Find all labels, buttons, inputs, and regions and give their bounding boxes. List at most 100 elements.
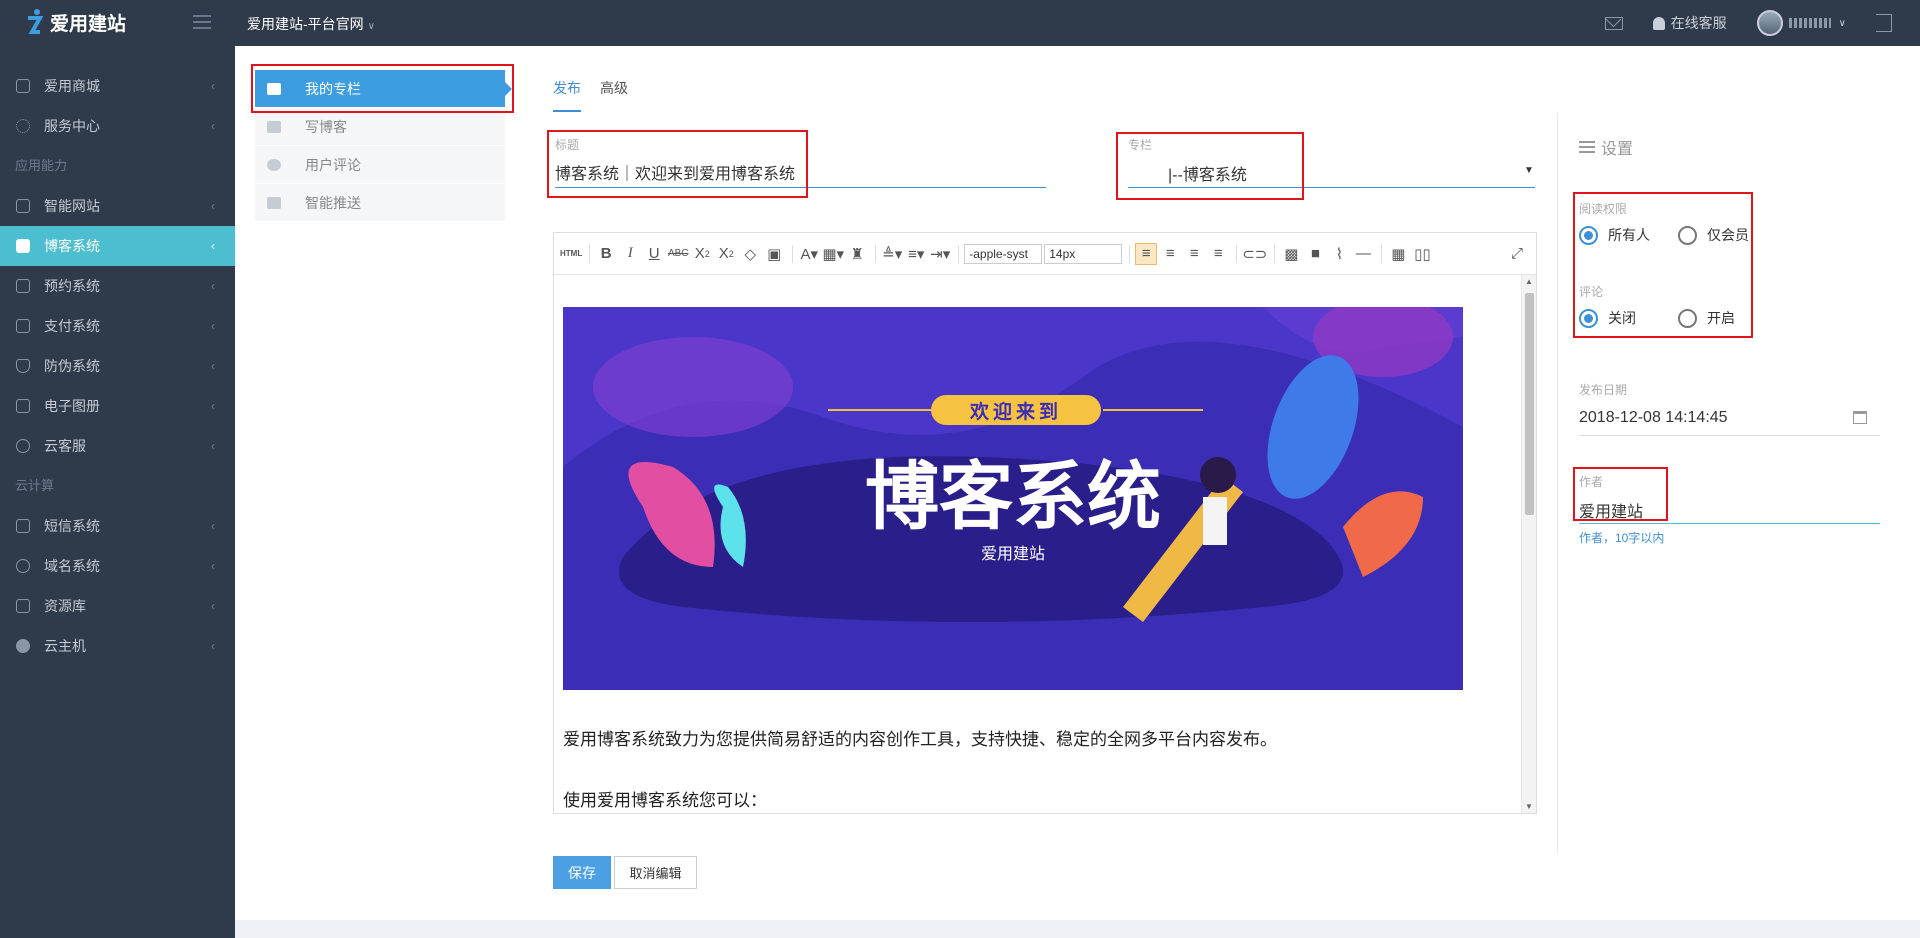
chevron-left-icon: ‹ xyxy=(211,119,215,133)
subnav-item-label: 我的专栏 xyxy=(305,80,361,97)
cart-icon xyxy=(16,79,30,93)
chevron-left-icon: ‹ xyxy=(211,319,215,333)
subnav-item-label: 用户评论 xyxy=(305,156,361,173)
online-service-link[interactable]: 在线客服 xyxy=(1671,13,1727,33)
sidebar-item-smart-site[interactable]: 智能网站 ‹ xyxy=(0,186,235,226)
publish-date-input[interactable]: 2018-12-08 14:14:45 xyxy=(1579,409,1880,436)
scroll-up-arrow[interactable]: ▲ xyxy=(1525,277,1533,286)
menu-toggle-icon[interactable] xyxy=(193,15,211,29)
sidebar-item-resources[interactable]: 资源库 ‹ xyxy=(0,586,235,626)
tab-advanced[interactable]: 高级 xyxy=(600,78,628,112)
editor-tabs: 发布 高级 xyxy=(553,78,647,112)
chevron-left-icon: ‹ xyxy=(211,79,215,93)
banner-badge-text: 欢迎来到 xyxy=(969,401,1062,423)
sidebar-item-cloud-service[interactable]: 云客服 ‹ xyxy=(0,426,235,466)
sidebar-item-anticounterfeit[interactable]: 防伪系统 ‹ xyxy=(0,346,235,386)
font-size-select[interactable]: 14px xyxy=(1044,243,1123,264)
editor-scrollbar[interactable]: ▲ ▼ xyxy=(1521,275,1536,813)
shield-icon xyxy=(16,359,30,373)
horizontal-rule-icon[interactable]: — xyxy=(1352,243,1374,265)
comment-icon xyxy=(267,158,281,171)
logout-icon[interactable] xyxy=(1876,14,1892,32)
underline-button[interactable]: U xyxy=(643,243,665,265)
sidebar-item-blog[interactable]: 博客系统 ‹ xyxy=(0,226,235,266)
subnav-item-smart-push[interactable]: 智能推送 xyxy=(255,184,505,222)
font-color-button[interactable]: A▾ xyxy=(798,243,820,265)
editor-paragraph: 爱用博客系统致力为您提供简易舒适的内容创作工具，支持快捷、稳定的全网多平台内容发… xyxy=(563,730,1277,749)
video-icon[interactable]: ■ xyxy=(1304,243,1326,265)
tab-publish[interactable]: 发布 xyxy=(553,78,581,112)
toolbar-divider xyxy=(958,244,960,263)
bold-button[interactable]: B xyxy=(595,243,617,265)
username-blurred[interactable] xyxy=(1788,18,1831,28)
logo-icon xyxy=(28,9,44,34)
template-icon[interactable]: ▯▯ xyxy=(1411,243,1433,265)
sidebar-item-mall[interactable]: 爱用商城 ‹ xyxy=(0,66,235,106)
subscript-button[interactable]: X2 xyxy=(715,243,737,265)
subnav-item-my-column[interactable]: 我的专栏 xyxy=(255,70,512,108)
app-logo[interactable]: 爱用建站 xyxy=(24,8,126,36)
sidebar-item-sms[interactable]: 短信系统 ‹ xyxy=(0,506,235,546)
settings-divider xyxy=(1557,113,1558,853)
laptop-icon xyxy=(16,199,30,213)
folder-open-icon xyxy=(267,82,281,95)
sidebar-item-payment[interactable]: 支付系统 ‹ xyxy=(0,306,235,346)
sidebar-item-cloud-host[interactable]: 云主机 ‹ xyxy=(0,626,235,666)
table-icon[interactable]: ▦ xyxy=(1387,243,1409,265)
editor-body[interactable]: 欢迎来到 博客系统 爱用建站 爱用博客系统致力为您提供简易舒适的内容创作工具，支… xyxy=(554,275,1522,813)
superscript-button[interactable]: X2 xyxy=(691,243,713,265)
align-right-button[interactable]: ≡ xyxy=(1183,243,1205,265)
comment-label: 评论 xyxy=(1579,285,1604,299)
user-menu-chevron-icon[interactable]: ∨ xyxy=(1839,18,1846,29)
save-button[interactable]: 保存 xyxy=(553,856,611,889)
strikethrough-button[interactable]: ABC xyxy=(667,243,689,265)
sidebar-item-album[interactable]: 电子图册 ‹ xyxy=(0,386,235,426)
blog-banner-image: 欢迎来到 博客系统 爱用建站 xyxy=(563,307,1463,690)
sidebar-item-service-center[interactable]: 服务中心 ‹ xyxy=(0,106,235,146)
radio-everyone[interactable] xyxy=(1579,225,1598,245)
calendar-icon[interactable] xyxy=(1853,411,1867,424)
author-label: 作者 xyxy=(1579,475,1604,489)
indent-button[interactable]: ⇥▾ xyxy=(929,243,951,265)
radio-comment-on[interactable] xyxy=(1678,308,1697,328)
paste-icon[interactable]: ▣ xyxy=(763,243,785,265)
italic-button[interactable]: I xyxy=(619,243,641,265)
author-input[interactable]: 爱用建站 xyxy=(1579,498,1880,524)
chat-icon xyxy=(16,439,30,453)
radio-label: 开启 xyxy=(1707,310,1735,326)
image-icon[interactable]: ▩ xyxy=(1280,243,1302,265)
sidebar-item-booking[interactable]: 预约系统 ‹ xyxy=(0,266,235,306)
font-family-value: -apple-syst xyxy=(969,246,1028,261)
align-center-button[interactable]: ≡ xyxy=(1159,243,1181,265)
row-spacing-button[interactable]: ≜▾ xyxy=(881,243,903,265)
scroll-thumb[interactable] xyxy=(1525,293,1534,515)
align-left-button[interactable]: ≡ xyxy=(1135,242,1158,265)
radio-members-only[interactable] xyxy=(1678,225,1697,245)
eraser-icon[interactable]: ◇ xyxy=(739,243,761,265)
site-switcher[interactable]: 爱用建站-平台官网 ∨ xyxy=(247,14,375,34)
edit-icon xyxy=(267,120,281,133)
subnav-item-write-blog[interactable]: 写博客 xyxy=(255,108,505,146)
link-icon[interactable]: ⊂⊃ xyxy=(1242,243,1267,265)
html-source-button[interactable]: HTML xyxy=(560,243,582,265)
sidebar-item-domain[interactable]: 域名系统 ‹ xyxy=(0,546,235,586)
cancel-edit-button[interactable]: 取消编辑 xyxy=(614,856,697,889)
avatar[interactable] xyxy=(1756,10,1783,36)
format-brush-icon[interactable]: ♜ xyxy=(846,243,868,265)
radio-comment-off[interactable] xyxy=(1579,308,1598,328)
subnav-item-label: 写博客 xyxy=(305,118,347,135)
scroll-down-arrow[interactable]: ▼ xyxy=(1525,802,1533,811)
attachment-icon[interactable]: ⌇ xyxy=(1328,243,1350,265)
sidebar-item-label: 智能网站 xyxy=(44,198,100,214)
column-select[interactable]: |--博客系统 xyxy=(1128,161,1535,188)
background-color-button[interactable]: ▦▾ xyxy=(822,243,844,265)
mail-icon[interactable] xyxy=(1604,16,1623,30)
title-input[interactable]: 博客系统｜欢迎来到爱用博客系统 xyxy=(555,160,1046,188)
share-icon xyxy=(267,196,281,209)
subnav-item-comments[interactable]: 用户评论 xyxy=(255,146,505,184)
fullscreen-icon[interactable]: ⤢ xyxy=(1506,243,1528,265)
font-family-select[interactable]: -apple-syst xyxy=(964,243,1043,264)
select-caret-icon: ▼ xyxy=(1524,165,1534,176)
align-justify-button[interactable]: ≡ xyxy=(1207,243,1229,265)
paragraph-spacing-button[interactable]: ≡▾ xyxy=(905,243,927,265)
